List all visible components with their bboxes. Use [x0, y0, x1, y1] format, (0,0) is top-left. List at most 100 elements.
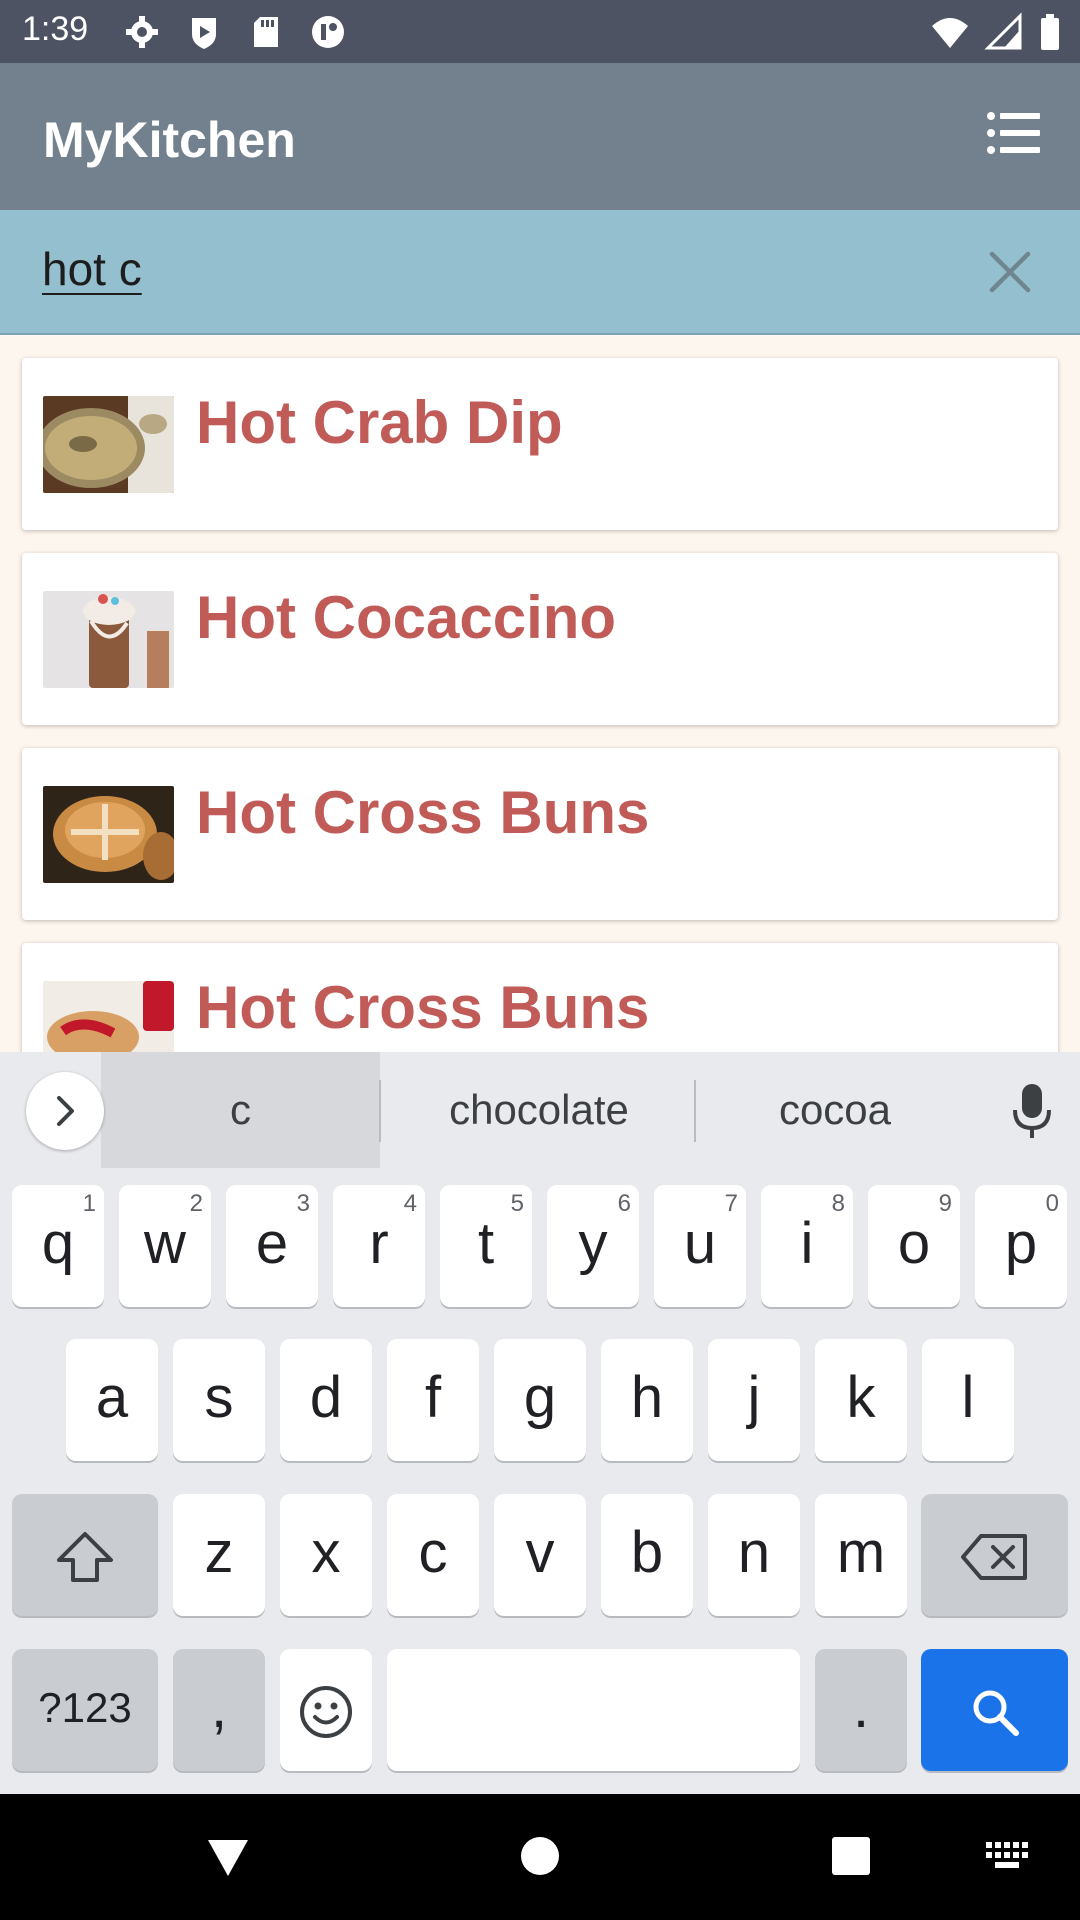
wifi-icon: [930, 12, 970, 52]
cocaccino-photo: [43, 591, 174, 688]
key-p[interactable]: p0: [975, 1185, 1067, 1307]
key-f[interactable]: f: [387, 1339, 479, 1461]
key-b[interactable]: b: [601, 1494, 693, 1616]
signal-icon: [984, 12, 1024, 52]
key-label: v: [525, 1520, 555, 1585]
period-key[interactable]: .: [815, 1649, 907, 1771]
cross-buns-jam-photo: [43, 981, 174, 1052]
home-icon[interactable]: [520, 1836, 560, 1881]
key-h[interactable]: h: [601, 1339, 693, 1461]
key-hint: 7: [724, 1190, 738, 1217]
list-item[interactable]: Hot Cocaccino: [22, 553, 1058, 725]
key-label: j: [747, 1365, 761, 1430]
suggestion-2[interactable]: chocolate: [382, 1086, 696, 1134]
key-label: b: [630, 1520, 664, 1585]
chevron-right-icon[interactable]: [26, 1072, 104, 1150]
list-item[interactable]: Hot Cross Buns: [22, 943, 1058, 1052]
backspace-key[interactable]: [921, 1494, 1068, 1616]
key-w[interactable]: w2: [119, 1185, 211, 1307]
key-hint: 9: [938, 1190, 952, 1217]
key-hint: 1: [82, 1190, 96, 1217]
key-a[interactable]: a: [66, 1339, 158, 1461]
recipe-title: Hot Cocaccino: [196, 584, 617, 651]
key-label: t: [477, 1211, 495, 1276]
key-j[interactable]: j: [708, 1339, 800, 1461]
battery-icon: [1038, 12, 1062, 52]
key-label: q: [41, 1211, 75, 1276]
emoji-icon: [298, 1675, 354, 1740]
key-z[interactable]: z: [173, 1494, 265, 1616]
search-input-text: hot c: [42, 243, 142, 295]
key-n[interactable]: n: [708, 1494, 800, 1616]
key-label: n: [737, 1520, 771, 1585]
app-bar: MyKitchen: [0, 63, 1080, 210]
key-label: f: [424, 1365, 442, 1430]
back-icon[interactable]: [206, 1838, 250, 1883]
key-label: k: [846, 1365, 876, 1430]
key-o[interactable]: o9: [868, 1185, 960, 1307]
recipe-title: Hot Crab Dip: [196, 389, 563, 456]
key-d[interactable]: d: [280, 1339, 372, 1461]
key-label: s: [204, 1365, 234, 1430]
key-y[interactable]: y6: [547, 1185, 639, 1307]
key-l[interactable]: l: [922, 1339, 1014, 1461]
microphone-icon[interactable]: [1012, 1082, 1052, 1140]
key-v[interactable]: v: [494, 1494, 586, 1616]
app-title: MyKitchen: [43, 112, 296, 168]
key-i[interactable]: i8: [761, 1185, 853, 1307]
key-label: y: [578, 1211, 608, 1276]
list-item[interactable]: Hot Cross Buns: [22, 748, 1058, 920]
sd-card-icon: [246, 12, 286, 52]
settings-icon: [122, 12, 162, 52]
symbols-key[interactable]: ?123: [12, 1649, 158, 1771]
shift-key[interactable]: [12, 1494, 158, 1616]
key-label: p: [1004, 1211, 1038, 1276]
key-label: m: [836, 1520, 886, 1585]
key-label: ?123: [38, 1684, 132, 1731]
key-label: ,: [210, 1675, 228, 1740]
shift-icon: [55, 1520, 115, 1585]
emoji-key[interactable]: [280, 1649, 372, 1771]
suggestion-divider: [379, 1080, 381, 1142]
comma-key[interactable]: ,: [173, 1649, 265, 1771]
key-m[interactable]: m: [815, 1494, 907, 1616]
key-k[interactable]: k: [815, 1339, 907, 1461]
suggestion-3[interactable]: cocoa: [697, 1086, 973, 1134]
keyboard: c chocolate cocoa q1 w2 e3 r4 t5 y6 u7 i…: [0, 1052, 1080, 1794]
key-label: r: [369, 1211, 389, 1276]
close-icon[interactable]: [988, 250, 1032, 294]
key-label: l: [961, 1365, 975, 1430]
key-label: a: [95, 1365, 129, 1430]
key-q[interactable]: q1: [12, 1185, 104, 1307]
key-c[interactable]: c: [387, 1494, 479, 1616]
results-list: Hot Crab Dip Hot Cocaccino Hot Cross Bun…: [0, 335, 1080, 1052]
key-g[interactable]: g: [494, 1339, 586, 1461]
key-t[interactable]: t5: [440, 1185, 532, 1307]
list-item[interactable]: Hot Crab Dip: [22, 358, 1058, 530]
key-u[interactable]: u7: [654, 1185, 746, 1307]
key-label: g: [523, 1365, 557, 1430]
search-bar: hot c: [0, 210, 1080, 335]
cross-buns-photo: [43, 786, 174, 883]
key-hint: 6: [617, 1190, 631, 1217]
search-input[interactable]: hot c: [42, 242, 942, 302]
space-key[interactable]: [387, 1649, 800, 1771]
list-menu-icon[interactable]: [986, 111, 1042, 155]
key-e[interactable]: e3: [226, 1185, 318, 1307]
suggestion-row: c chocolate cocoa: [0, 1052, 1080, 1170]
search-key[interactable]: [921, 1649, 1068, 1771]
key-label: w: [144, 1211, 186, 1276]
key-label: x: [311, 1520, 341, 1585]
keyboard-icon[interactable]: [986, 1842, 1030, 1875]
navigation-bar: [0, 1794, 1080, 1920]
app-icon: [308, 12, 348, 52]
key-label: d: [309, 1365, 343, 1430]
status-time: 1:39: [22, 10, 89, 48]
suggestion-1[interactable]: c: [101, 1086, 380, 1134]
key-x[interactable]: x: [280, 1494, 372, 1616]
key-r[interactable]: r4: [333, 1185, 425, 1307]
key-hint: 3: [296, 1190, 310, 1217]
recents-icon[interactable]: [831, 1836, 871, 1881]
key-s[interactable]: s: [173, 1339, 265, 1461]
recipe-title: Hot Cross Buns: [196, 974, 650, 1041]
